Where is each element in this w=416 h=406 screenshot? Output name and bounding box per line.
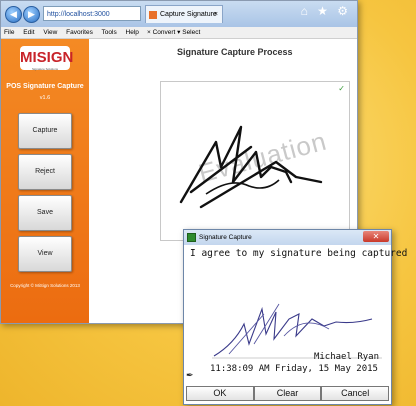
menu-view[interactable]: View (43, 29, 57, 36)
save-button[interactable]: Save (18, 195, 72, 231)
logo-text: MISIGN (20, 49, 74, 66)
signature-pad[interactable] (204, 274, 384, 364)
signature-image (179, 125, 323, 209)
menu-file[interactable]: File (4, 29, 14, 36)
menu-edit[interactable]: Edit (23, 29, 34, 36)
signature-preview: ✓ Evaluation (160, 81, 350, 241)
capture-button[interactable]: Capture (18, 113, 72, 149)
logo-tagline: Signature Solutions (31, 67, 59, 71)
tab-label: Capture Signature (160, 11, 217, 18)
address-bar[interactable]: http://localhost:3000 (43, 6, 141, 21)
clear-button[interactable]: Clear (253, 386, 322, 401)
reject-button[interactable]: Reject (18, 154, 72, 190)
app-version: v1.6 (39, 95, 51, 101)
browser-toolbar: ◀ ▶ http://localhost:3000 Capture Signat… (1, 1, 357, 27)
dialog-title: Signature Capture (199, 234, 252, 241)
menu-help[interactable]: Help (126, 29, 139, 36)
tab-close-icon[interactable]: × (214, 6, 218, 23)
app-icon (187, 233, 196, 242)
tab-favicon-icon (149, 11, 157, 19)
view-button[interactable]: View (18, 236, 72, 272)
copyright: Copyright © MiSign Solutions 2013 (10, 283, 80, 288)
signer-name: Michael Ryan (313, 352, 379, 362)
pen-icon: ✒ (186, 370, 194, 380)
page-title: Signature Capture Process (177, 47, 293, 57)
dialog-buttons: OK Clear Cancel (186, 386, 390, 401)
ok-button[interactable]: OK (186, 386, 254, 401)
app-title: POS Signature Capture (6, 83, 84, 90)
cancel-button[interactable]: Cancel (321, 386, 390, 401)
home-favorites-settings-icon[interactable]: ⌂ ★ ⚙ (301, 4, 351, 18)
dialog-close-button[interactable]: ✕ (363, 231, 389, 242)
sidebar: MISIGN Signature Solutions POS Signature… (1, 39, 89, 323)
forward-button[interactable]: ▶ (23, 6, 40, 23)
back-button[interactable]: ◀ (5, 6, 22, 23)
tab-capture-signature[interactable]: Capture Signature × (145, 5, 223, 23)
command-bar[interactable]: × Convert ▾ Select (147, 27, 200, 38)
menu-tools[interactable]: Tools (102, 29, 117, 36)
misign-logo: MISIGN Signature Solutions (20, 46, 74, 71)
menu-bar: File Edit View Favorites Tools Help × Co… (1, 27, 357, 39)
agreement-text: I agree to my signature being captured (190, 248, 408, 259)
dialog-titlebar: Signature Capture ✕ (184, 230, 391, 245)
signature-capture-dialog: Signature Capture ✕ I agree to my signat… (183, 229, 407, 405)
menu-favorites[interactable]: Favorites (66, 29, 93, 36)
capture-timestamp: 11:38:09 AM Friday, 15 May 2015 (210, 364, 378, 374)
